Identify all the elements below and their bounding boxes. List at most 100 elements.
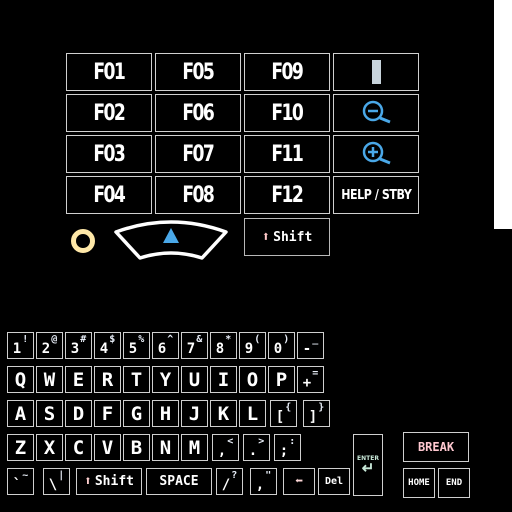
key-letter[interactable]: A bbox=[7, 400, 34, 427]
key-num-1[interactable]: 2 @ bbox=[36, 332, 63, 359]
key-f04[interactable]: F04 bbox=[66, 176, 152, 214]
key-letter[interactable]: U bbox=[181, 366, 208, 393]
del-button[interactable]: Del bbox=[318, 468, 350, 495]
key-label: G bbox=[130, 402, 143, 425]
key-letter[interactable]: H bbox=[152, 400, 179, 427]
key-num-10-shift: _ bbox=[312, 334, 319, 345]
key-num-10-main: - bbox=[302, 340, 312, 357]
key-f11[interactable]: F11 bbox=[244, 135, 330, 173]
key-num-6[interactable]: 7 & bbox=[181, 332, 208, 359]
key-f01[interactable]: F01 bbox=[66, 53, 152, 91]
zoom-out-button[interactable] bbox=[333, 94, 419, 132]
shift-button-top[interactable]: ⬆ Shift bbox=[244, 218, 330, 256]
zoom-out-icon bbox=[362, 100, 391, 124]
key-letter[interactable]: F bbox=[94, 400, 121, 427]
home-button[interactable]: HOME bbox=[403, 468, 435, 498]
key-backslash[interactable]: \ | bbox=[43, 468, 70, 495]
key-semicolon[interactable]: ;: bbox=[274, 434, 301, 461]
key-f10[interactable]: F10 bbox=[244, 94, 330, 132]
key-num-4[interactable]: 5% bbox=[123, 332, 150, 359]
key-comma-main: , bbox=[217, 442, 227, 459]
key-letter[interactable]: K bbox=[210, 400, 237, 427]
key-label: J bbox=[188, 402, 201, 425]
key-letter[interactable]: C bbox=[65, 434, 92, 461]
shift-button-bottom[interactable]: ⬆ Shift bbox=[76, 468, 142, 495]
enter-button[interactable]: ENTER ↵ bbox=[353, 434, 383, 496]
key-letter[interactable]: Y bbox=[152, 366, 179, 393]
break-button[interactable]: BREAK bbox=[403, 432, 469, 462]
key-label: C bbox=[72, 436, 85, 459]
key-plus[interactable]: + = bbox=[297, 366, 324, 393]
zoom-in-icon bbox=[362, 141, 391, 165]
key-backtick[interactable]: ` ~ bbox=[7, 468, 34, 495]
zoom-in-button[interactable] bbox=[333, 135, 419, 173]
key-label: Z bbox=[14, 436, 27, 459]
key-f06[interactable]: F06 bbox=[155, 94, 241, 132]
key-f07[interactable]: F07 bbox=[155, 135, 241, 173]
backspace-button[interactable]: ⬅ bbox=[283, 468, 315, 495]
dpad-up-button[interactable] bbox=[112, 218, 230, 264]
key-label: Y bbox=[159, 368, 172, 391]
key-comma[interactable]: , < bbox=[212, 434, 239, 461]
key-f02[interactable]: F02 bbox=[66, 94, 152, 132]
key-f09[interactable]: F09 bbox=[244, 53, 330, 91]
key-semicolon-main: ; bbox=[279, 442, 289, 459]
key-letter[interactable]: T bbox=[123, 366, 150, 393]
key-letter[interactable]: G bbox=[123, 400, 150, 427]
key-num-9-shift: ) bbox=[283, 334, 290, 345]
key-label: H bbox=[159, 402, 172, 425]
key-letter[interactable]: J bbox=[181, 400, 208, 427]
key-quote-main: , bbox=[255, 476, 265, 493]
key-plus-main: + bbox=[302, 374, 312, 391]
key-num-3[interactable]: 4 $ bbox=[94, 332, 121, 359]
help-standby-button[interactable]: HELP / STBY bbox=[333, 176, 419, 214]
key-letter[interactable]: B bbox=[123, 434, 150, 461]
key-bracket-open[interactable]: [{ bbox=[270, 400, 297, 427]
key-label: O bbox=[246, 368, 259, 391]
key-num-0[interactable]: 1! bbox=[7, 332, 34, 359]
key-label: V bbox=[101, 436, 114, 459]
key-f12[interactable]: F12 bbox=[244, 176, 330, 214]
key-quote[interactable]: , " bbox=[250, 468, 277, 495]
key-letter[interactable]: R bbox=[94, 366, 121, 393]
key-label: E bbox=[72, 368, 85, 391]
key-label: T bbox=[130, 368, 143, 391]
key-num-5[interactable]: 6 ^ bbox=[152, 332, 179, 359]
end-button[interactable]: END bbox=[438, 468, 470, 498]
key-f08[interactable]: F08 bbox=[155, 176, 241, 214]
key-letter[interactable]: O bbox=[239, 366, 266, 393]
key-letter[interactable]: D bbox=[65, 400, 92, 427]
key-letter[interactable]: V bbox=[94, 434, 121, 461]
key-label: W bbox=[43, 368, 56, 391]
key-f05[interactable]: F05 bbox=[155, 53, 241, 91]
key-letter[interactable]: P bbox=[268, 366, 295, 393]
key-slash[interactable]: /? bbox=[216, 468, 243, 495]
key-backslash-main: \ bbox=[48, 476, 58, 493]
key-letter[interactable]: M bbox=[181, 434, 208, 461]
key-num-10[interactable]: - _ bbox=[297, 332, 324, 359]
key-num-2[interactable]: 3 # bbox=[65, 332, 92, 359]
key-num-8[interactable]: 9( bbox=[239, 332, 266, 359]
key-num-7[interactable]: 8 * bbox=[210, 332, 237, 359]
key-letter[interactable]: L bbox=[239, 400, 266, 427]
key-quote-shift: " bbox=[265, 470, 272, 481]
key-bracket-close[interactable]: ]} bbox=[303, 400, 330, 427]
cursor-button[interactable] bbox=[333, 53, 419, 91]
key-label: P bbox=[275, 368, 288, 391]
key-letter[interactable]: S bbox=[36, 400, 63, 427]
key-label: N bbox=[159, 436, 172, 459]
key-letter[interactable]: N bbox=[152, 434, 179, 461]
key-f03[interactable]: F03 bbox=[66, 135, 152, 173]
key-letter[interactable]: W bbox=[36, 366, 63, 393]
key-num-9[interactable]: 0) bbox=[268, 332, 295, 359]
key-letter[interactable]: E bbox=[65, 366, 92, 393]
key-letter[interactable]: Q bbox=[7, 366, 34, 393]
key-letter[interactable]: X bbox=[36, 434, 63, 461]
key-label: S bbox=[43, 402, 56, 425]
key-period[interactable]: . > bbox=[243, 434, 270, 461]
space-button[interactable]: SPACE bbox=[146, 468, 212, 495]
status-ring-icon[interactable] bbox=[71, 229, 95, 253]
key-num-1-shift: @ bbox=[51, 334, 58, 345]
key-letter[interactable]: I bbox=[210, 366, 237, 393]
key-letter[interactable]: Z bbox=[7, 434, 34, 461]
